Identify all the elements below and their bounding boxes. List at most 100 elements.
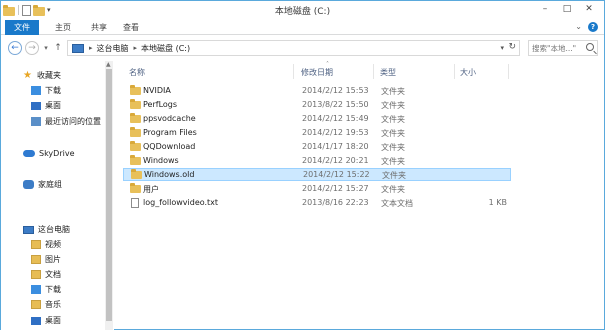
file-row[interactable]: log_followvideo.txt 2013/8/16 22:23 文本文档… xyxy=(123,197,511,210)
file-date: 2013/8/22 15:50 xyxy=(302,100,369,109)
file-name: Windows xyxy=(143,156,179,165)
breadcrumb-chevron-icon[interactable]: ▸ xyxy=(134,44,138,52)
column-divider[interactable] xyxy=(454,64,455,79)
file-type: 文件夹 xyxy=(381,185,405,194)
file-name: 用户 xyxy=(143,185,159,194)
nav-pc-documents[interactable]: 文档 xyxy=(31,268,61,281)
file-type: 文件夹 xyxy=(382,171,406,180)
nav-favorites[interactable]: ★ 收藏夹 xyxy=(23,69,61,82)
nav-label: 这台电脑 xyxy=(38,225,70,234)
nav-pc-videos[interactable]: 视频 xyxy=(31,238,61,251)
file-type: 文件夹 xyxy=(381,87,405,96)
breadcrumb-chevron-icon[interactable]: ▸ xyxy=(89,44,93,52)
tab-share[interactable]: 共享 xyxy=(87,21,111,35)
breadcrumb-local-disk[interactable]: 本地磁盘 (C:) xyxy=(141,43,190,54)
column-type-header[interactable]: 类型 xyxy=(380,67,396,78)
folder-icon xyxy=(130,155,141,165)
desktop-icon xyxy=(31,316,41,325)
file-date: 2014/2/12 19:53 xyxy=(302,128,369,137)
nav-pc-downloads[interactable]: 下载 xyxy=(31,283,61,296)
star-icon: ★ xyxy=(23,69,32,81)
tab-home[interactable]: 主页 xyxy=(51,21,75,35)
file-row[interactable]: ppsvodcache 2014/2/12 15:49 文件夹 xyxy=(123,113,511,126)
window-controls: – □ ✕ xyxy=(534,2,600,16)
close-button[interactable]: ✕ xyxy=(578,2,600,16)
nav-label: 视频 xyxy=(45,240,61,249)
breadcrumb-this-pc[interactable]: 这台电脑 xyxy=(97,43,129,54)
file-name: ppsvodcache xyxy=(143,114,196,123)
downloads-icon xyxy=(31,285,41,294)
nav-pc-pictures[interactable]: 图片 xyxy=(31,253,61,266)
nav-homegroup[interactable]: 家庭组 xyxy=(23,178,62,191)
nav-label: 音乐 xyxy=(45,300,61,309)
nav-label: 下载 xyxy=(45,285,61,294)
search-icon[interactable] xyxy=(586,43,594,51)
nav-this-pc[interactable]: 这台电脑 xyxy=(23,223,70,236)
explorer-window: ▾ 本地磁盘 (C:) – □ ✕ 文件 主页 共享 查看 ⌄ ? ← → ▾ … xyxy=(0,0,605,330)
nav-label: 图片 xyxy=(45,255,61,264)
nav-scrollbar[interactable]: ▲ xyxy=(105,61,113,330)
folder-icon xyxy=(130,85,141,95)
nav-label: 桌面 xyxy=(45,101,61,110)
forward-button[interactable]: → xyxy=(25,41,39,55)
column-date-header[interactable]: 修改日期 xyxy=(301,67,333,78)
recent-locations-dropdown[interactable]: ▾ xyxy=(42,41,50,55)
cloud-icon xyxy=(23,150,35,157)
address-row: ← → ▾ ↑ ▸ 这台电脑 ▸ 本地磁盘 (C:) ▾ ↻ xyxy=(1,36,604,60)
nav-label: 下载 xyxy=(45,86,61,95)
nav-scrollbar-thumb[interactable] xyxy=(106,69,112,321)
computer-icon xyxy=(23,225,34,234)
file-type: 文件夹 xyxy=(381,129,405,138)
help-icon[interactable]: ? xyxy=(588,22,598,32)
downloads-icon xyxy=(31,86,41,95)
scroll-up-icon[interactable]: ▲ xyxy=(106,61,111,68)
nav-pc-music[interactable]: 音乐 xyxy=(31,298,61,311)
file-date: 2014/2/12 15:22 xyxy=(303,170,370,179)
nav-label: 家庭组 xyxy=(38,180,62,189)
nav-label: 桌面 xyxy=(45,316,61,325)
nav-fav-downloads[interactable]: 下载 xyxy=(31,84,61,97)
desktop-icon xyxy=(31,101,41,110)
column-name-header[interactable]: 名称 xyxy=(129,67,145,78)
navigation-pane: ★ 收藏夹 下载 桌面 最近访问的位置 SkyDrive 家庭组 这台电脑 视频… xyxy=(1,61,114,330)
file-row[interactable]: QQDownload 2014/1/17 18:20 文件夹 xyxy=(123,141,511,154)
column-size-header[interactable]: 大小 xyxy=(460,67,476,78)
file-type: 文件夹 xyxy=(381,157,405,166)
file-date: 2014/2/12 15:53 xyxy=(302,86,369,95)
tab-file[interactable]: 文件 xyxy=(5,20,39,35)
nav-label: 收藏夹 xyxy=(37,71,61,80)
file-date: 2014/2/12 15:49 xyxy=(302,114,369,123)
ribbon-right: ⌄ ? xyxy=(575,22,598,32)
maximize-button[interactable]: □ xyxy=(556,2,578,16)
file-date: 2014/2/12 15:27 xyxy=(302,184,369,193)
nav-fav-desktop[interactable]: 桌面 xyxy=(31,99,61,112)
file-row[interactable]: Program Files 2014/2/12 19:53 文件夹 xyxy=(123,127,511,140)
search-input[interactable] xyxy=(532,43,586,54)
nav-fav-recent[interactable]: 最近访问的位置 xyxy=(31,115,101,128)
column-divider[interactable] xyxy=(508,64,509,79)
search-box[interactable] xyxy=(528,40,598,56)
nav-pc-desktop[interactable]: 桌面 xyxy=(31,314,61,327)
text-file-icon xyxy=(131,198,139,208)
column-divider[interactable] xyxy=(293,64,294,79)
file-row-selected[interactable]: Windows.old 2014/2/12 15:22 文件夹 xyxy=(123,168,511,181)
folder-icon xyxy=(131,169,142,179)
file-row[interactable]: Windows 2014/2/12 20:21 文件夹 xyxy=(123,155,511,168)
nav-skydrive[interactable]: SkyDrive xyxy=(23,147,75,160)
file-row[interactable]: 用户 2014/2/12 15:27 文件夹 xyxy=(123,183,511,196)
tab-view[interactable]: 查看 xyxy=(119,21,143,35)
ribbon-tabs: 文件 主页 共享 查看 ⌄ ? xyxy=(1,19,604,35)
expand-ribbon-icon[interactable]: ⌄ xyxy=(575,22,582,32)
file-row[interactable]: PerfLogs 2013/8/22 15:50 文件夹 xyxy=(123,99,511,112)
up-button[interactable]: ↑ xyxy=(53,41,63,55)
column-divider[interactable] xyxy=(373,64,374,79)
address-bar[interactable]: ▸ 这台电脑 ▸ 本地磁盘 (C:) ▾ ↻ xyxy=(67,40,520,56)
file-type: 文本文档 xyxy=(381,199,413,208)
file-type: 文件夹 xyxy=(381,101,405,110)
minimize-button[interactable]: – xyxy=(534,2,556,16)
refresh-icon[interactable]: ↻ xyxy=(508,42,516,52)
back-button[interactable]: ← xyxy=(8,41,22,55)
address-dropdown-icon[interactable]: ▾ xyxy=(500,44,504,52)
file-row[interactable]: NVIDIA 2014/2/12 15:53 文件夹 xyxy=(123,85,511,98)
folder-icon xyxy=(130,127,141,137)
